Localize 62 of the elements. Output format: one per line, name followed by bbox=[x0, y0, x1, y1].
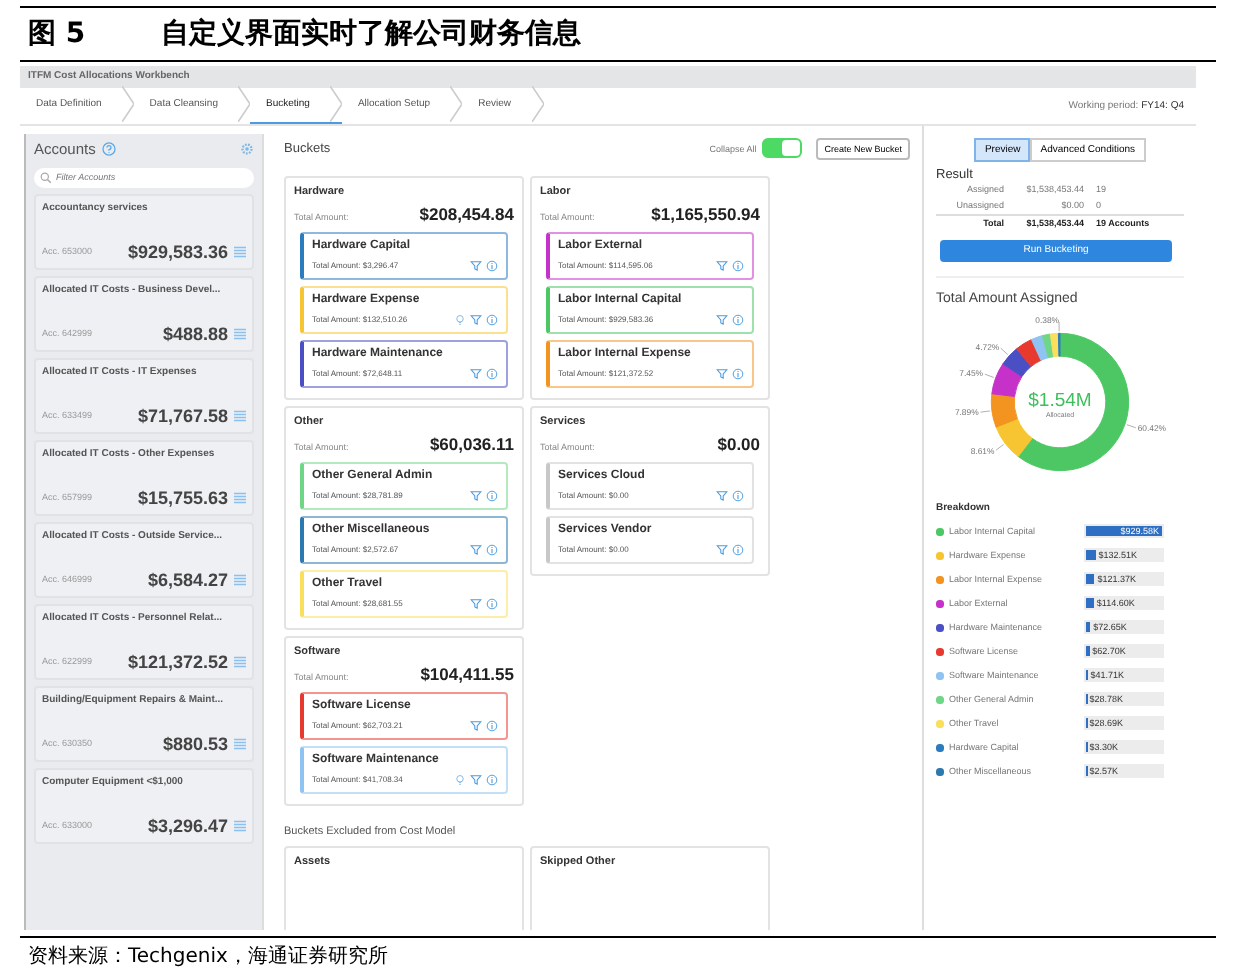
collapse-toggle[interactable] bbox=[762, 138, 803, 159]
filter-icon[interactable] bbox=[716, 367, 729, 380]
info-icon[interactable] bbox=[732, 489, 745, 502]
account-amount: $15,755.63 bbox=[137, 487, 229, 508]
list-icon[interactable] bbox=[234, 819, 247, 832]
figure-title: 自定义界面实时了解公司财务信息 bbox=[161, 15, 582, 52]
center-value: $1.54M bbox=[1028, 389, 1092, 412]
list-icon[interactable] bbox=[234, 655, 247, 668]
info-icon[interactable] bbox=[486, 259, 499, 272]
list-icon[interactable] bbox=[234, 245, 247, 258]
info-icon[interactable] bbox=[486, 543, 499, 556]
filter-icon[interactable] bbox=[470, 543, 483, 556]
info-icon[interactable] bbox=[732, 543, 745, 556]
filter-icon[interactable] bbox=[716, 259, 729, 272]
info-icon[interactable] bbox=[732, 367, 745, 380]
account-amount: $880.53 bbox=[162, 733, 229, 754]
chevron-icon bbox=[531, 86, 543, 123]
account-amount: $6,584.27 bbox=[147, 569, 229, 590]
info-icon[interactable] bbox=[486, 489, 499, 502]
chevron-icon bbox=[121, 86, 134, 123]
filter-icon[interactable] bbox=[470, 367, 483, 380]
account-amount: $121,372.52 bbox=[127, 651, 229, 672]
search-icon bbox=[40, 171, 52, 184]
filter-icon[interactable] bbox=[716, 543, 729, 556]
help-icon[interactable] bbox=[101, 142, 116, 157]
account-amount: $488.88 bbox=[162, 323, 229, 344]
list-icon[interactable] bbox=[234, 327, 247, 340]
info-icon[interactable] bbox=[732, 259, 745, 272]
info-icon[interactable] bbox=[732, 313, 745, 326]
list-icon[interactable] bbox=[234, 573, 247, 586]
chevron-icon bbox=[329, 86, 342, 123]
info-icon[interactable] bbox=[486, 367, 499, 380]
info-icon[interactable] bbox=[486, 313, 499, 326]
group-total: $104,411.55 bbox=[420, 663, 515, 684]
group-total: $1,165,550.94 bbox=[651, 203, 761, 224]
filter-icon[interactable] bbox=[470, 489, 483, 502]
filter-icon[interactable] bbox=[716, 313, 729, 326]
list-icon[interactable] bbox=[234, 409, 247, 422]
group-total: $208,454.84 bbox=[419, 203, 515, 224]
list-icon[interactable] bbox=[234, 491, 247, 504]
chevron-icon bbox=[450, 86, 463, 123]
account-amount: $929,583.36 bbox=[127, 241, 229, 262]
source-note: 资料来源：Techgenix，海通证券研究所 bbox=[20, 936, 1216, 974]
settings-icon[interactable] bbox=[240, 142, 255, 157]
figure-number: 图 5 bbox=[28, 15, 86, 52]
group-total: $60,036.11 bbox=[429, 433, 515, 454]
info-icon[interactable] bbox=[486, 773, 499, 786]
filter-icon[interactable] bbox=[470, 259, 483, 272]
account-amount: $71,767.58 bbox=[137, 405, 229, 426]
info-icon[interactable] bbox=[486, 719, 499, 732]
info-icon[interactable] bbox=[486, 597, 499, 610]
list-icon[interactable] bbox=[234, 737, 247, 750]
group-total: $0.00 bbox=[717, 433, 761, 454]
filter-icon[interactable] bbox=[470, 597, 483, 610]
lightbulb-icon[interactable] bbox=[454, 773, 467, 786]
account-amount: $3,296.47 bbox=[147, 815, 229, 836]
filter-icon[interactable] bbox=[716, 489, 729, 502]
filter-icon[interactable] bbox=[470, 313, 483, 326]
filter-icon[interactable] bbox=[470, 773, 483, 786]
chevron-icon bbox=[237, 86, 250, 123]
filter-icon[interactable] bbox=[470, 719, 483, 732]
lightbulb-icon[interactable] bbox=[454, 313, 467, 326]
